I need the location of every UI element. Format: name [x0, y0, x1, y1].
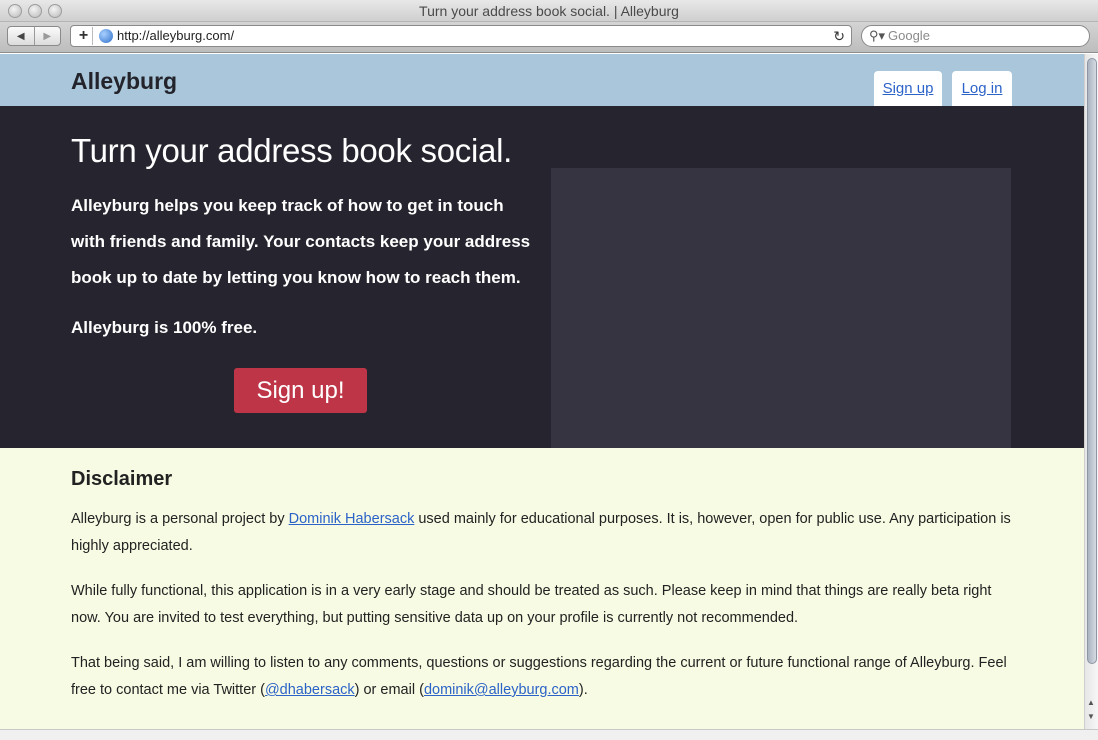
address-bar[interactable]: + http://alleyburg.com/ ↻ — [70, 25, 852, 47]
browser-toolbar: ◀ ▶ + http://alleyburg.com/ ↻ ⚲▾ Google — [0, 22, 1098, 53]
email-link[interactable]: dominik@alleyburg.com — [424, 682, 579, 698]
brand-logo[interactable]: Alleyburg — [71, 68, 177, 95]
window-titlebar: Turn your address book social. | Alleybu… — [0, 0, 1098, 22]
zoom-window-button[interactable] — [48, 4, 62, 18]
forward-arrow-icon: ▶ — [43, 30, 52, 42]
scrollbar-thumb[interactable] — [1087, 58, 1097, 664]
disclaimer-section: Disclaimer Alleyburg is a personal proje… — [0, 448, 1084, 729]
disclaimer-paragraph-1: Alleyburg is a personal project by Domin… — [71, 506, 1016, 560]
tab-log-in: Log in — [952, 71, 1012, 107]
back-button[interactable]: ◀ — [8, 27, 34, 45]
reload-icon[interactable]: ↻ — [833, 26, 845, 46]
hero-media-placeholder — [551, 168, 1011, 492]
search-icon: ⚲▾ — [869, 28, 886, 43]
hero-headline: Turn your address book social. — [71, 132, 512, 169]
minimize-window-button[interactable] — [28, 4, 42, 18]
disclaimer-text: ) or email ( — [354, 682, 424, 698]
navigation-buttons: ◀ ▶ — [7, 26, 61, 46]
scroll-up-arrow-icon[interactable]: ▲ — [1087, 698, 1095, 707]
search-placeholder: Google — [888, 28, 930, 43]
disclaimer-text: Alleyburg is a personal project by — [71, 511, 289, 527]
page-viewport: Alleyburg Sign up Log in Turn your addre… — [0, 54, 1084, 729]
disclaimer-paragraph-3: That being said, I am willing to listen … — [71, 650, 1016, 704]
globe-icon — [99, 29, 113, 43]
disclaimer-paragraph-2: While fully functional, this application… — [71, 583, 992, 626]
disclaimer-heading: Disclaimer — [71, 468, 173, 490]
forward-button[interactable]: ▶ — [33, 27, 61, 45]
author-link[interactable]: Dominik Habersack — [289, 511, 415, 527]
hero-section: Turn your address book social. Alleyburg… — [0, 106, 1084, 492]
vertical-scrollbar[interactable]: ▲ ▼ — [1084, 54, 1098, 729]
sign-up-link[interactable]: Sign up — [883, 80, 934, 97]
window-title: Turn your address book social. | Alleybu… — [419, 3, 679, 19]
disclaimer-text: ). — [578, 682, 588, 698]
url-text[interactable]: http://alleyburg.com/ — [117, 26, 234, 46]
log-in-link[interactable]: Log in — [962, 80, 1003, 97]
tab-sign-up: Sign up — [874, 71, 942, 107]
add-bookmark-plus-icon[interactable]: + — [75, 27, 93, 45]
search-field[interactable]: ⚲▾ Google — [861, 25, 1090, 47]
twitter-link[interactable]: @dhabersack — [265, 682, 355, 698]
sign-up-cta-button[interactable]: Sign up! — [234, 368, 367, 413]
hero-description: Alleyburg helps you keep track of how to… — [71, 196, 531, 287]
status-bar — [0, 729, 1098, 740]
site-header: Alleyburg Sign up Log in — [0, 54, 1084, 107]
back-arrow-icon: ◀ — [16, 30, 25, 42]
hero-free-note: Alleyburg is 100% free. — [71, 318, 258, 337]
close-window-button[interactable] — [8, 4, 22, 18]
scroll-down-arrow-icon[interactable]: ▼ — [1087, 712, 1095, 721]
